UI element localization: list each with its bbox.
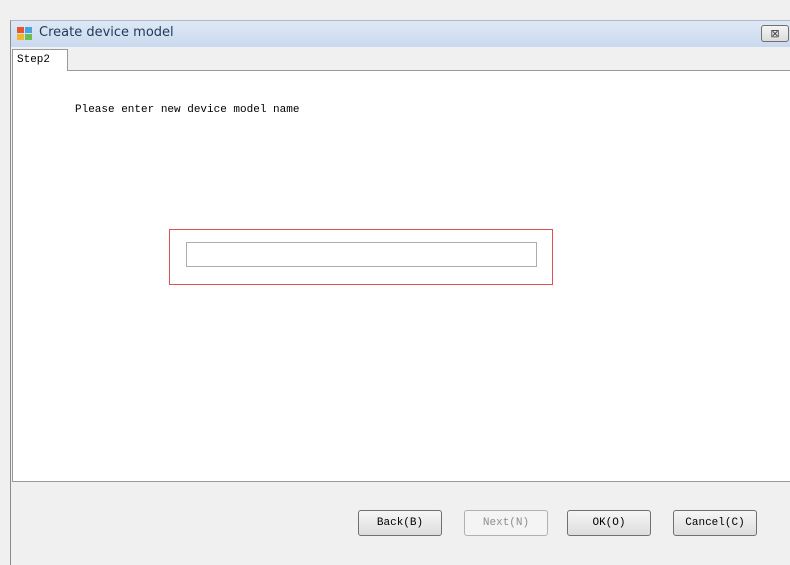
title-bar[interactable]: Create device model ⊠ (11, 21, 790, 47)
next-button[interactable]: Next(N) (464, 510, 548, 536)
back-button[interactable]: Back(B) (358, 510, 442, 536)
ok-button[interactable]: OK(O) (567, 510, 651, 536)
tab-label: Step2 (17, 54, 51, 66)
close-button[interactable]: ⊠ (761, 25, 789, 42)
window-app-icon (17, 27, 32, 40)
close-icon: ⊠ (770, 27, 780, 40)
prompt-label: Please enter new device model name (75, 104, 300, 116)
cancel-button[interactable]: Cancel(C) (673, 510, 757, 536)
device-model-name-input[interactable] (186, 242, 537, 267)
dialog-window: Create device model ⊠ Step2 Please enter… (10, 20, 790, 565)
window-title: Create device model (39, 25, 174, 40)
tab-step2[interactable]: Step2 (12, 49, 68, 71)
